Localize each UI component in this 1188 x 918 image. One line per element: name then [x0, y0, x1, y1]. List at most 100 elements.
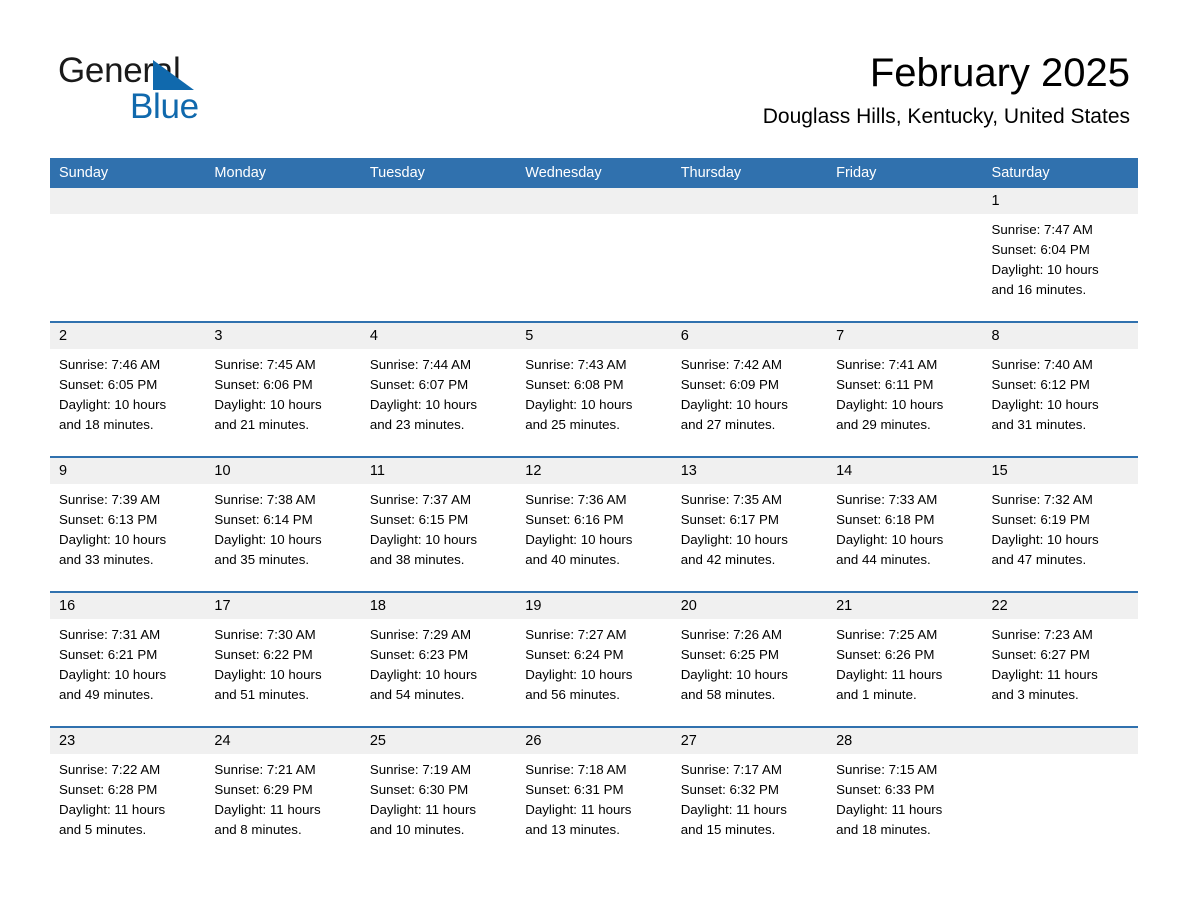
day-details: Sunrise: 7:26 AM Sunset: 6:25 PM Daylight:… [672, 619, 827, 705]
sunset-text: Sunset: 6:18 PM [836, 512, 935, 527]
calendar-day-cell[interactable]: 25 Sunrise: 7:19 AM Sunset: 6:30 PM Dayligh… [360, 726, 517, 862]
day-details: Sunrise: 7:25 AM Sunset: 6:26 PM Daylight:… [827, 619, 982, 705]
sunset-text: Sunset: 6:30 PM [369, 782, 469, 797]
day-details: Sunrise: 7:21 AM Sunset: 6:29 PM Daylight:… [205, 754, 360, 840]
calendar-day-cell[interactable]: 3 Sunrise: 7:45 AM Sunset: 6:06 PM Daylight… [205, 321, 361, 457]
sunrise-text: Sunrise: 7:35 AM [680, 492, 782, 507]
calendar-day-cell[interactable]: 7 Sunrise: 7:41 AM Sunset: 6:11 PM Daylight… [827, 321, 983, 457]
sunset-text: Sunset: 6:12 PM [991, 377, 1090, 392]
daylight-text-line1: Daylight: 11 hours [680, 802, 787, 817]
daylight-text-line2: and 33 minutes. [59, 552, 154, 567]
calendar-day-cell[interactable]: 1 Sunrise: 7:47 AM Sunset: 6:04 PM Daylight… [982, 188, 1138, 322]
daylight-text-line2: and 5 minutes. [59, 822, 147, 837]
day-number: 22 [982, 593, 1138, 619]
day-number: 7 [827, 323, 983, 349]
day-number: 4 [360, 323, 517, 349]
daylight-text-line1: Daylight: 10 hours [59, 532, 167, 547]
calendar-day-cell[interactable]: 27 Sunrise: 7:17 AM Sunset: 6:32 PM Dayligh… [671, 726, 828, 862]
calendar-day-cell[interactable]: 23 Sunrise: 7:22 AM Sunset: 6:28 PM Dayligh… [50, 726, 206, 862]
day-details: Sunrise: 7:39 AM Sunset: 6:13 PM Daylight:… [50, 484, 205, 570]
calendar-empty-cell [205, 188, 361, 322]
day-number [360, 188, 517, 214]
calendar-day-cell[interactable]: 5 Sunrise: 7:43 AM Sunset: 6:08 PM Daylight… [516, 321, 672, 457]
daylight-text-line2: and 10 minutes. [369, 822, 465, 837]
calendar-day-cell[interactable]: 19 Sunrise: 7:27 AM Sunset: 6:24 PM Dayligh… [516, 591, 672, 727]
calendar-day-cell[interactable]: 22 Sunrise: 7:23 AM Sunset: 6:27 PM Dayligh… [982, 591, 1138, 727]
sunrise-text: Sunrise: 7:19 AM [369, 762, 472, 777]
day-number: 24 [205, 728, 361, 754]
sunrise-text: Sunrise: 7:33 AM [836, 492, 938, 507]
sunrise-text: Sunrise: 7:43 AM [525, 357, 627, 372]
sunset-text: Sunset: 6:11 PM [836, 377, 934, 392]
daylight-text-line1: Daylight: 10 hours [836, 397, 944, 412]
calendar-day-cell[interactable]: 26 Sunrise: 7:18 AM Sunset: 6:31 PM Dayligh… [516, 726, 672, 862]
calendar-day-cell[interactable]: 20 Sunrise: 7:26 AM Sunset: 6:25 PM Dayligh… [671, 591, 828, 727]
daylight-text-line2: and 15 minutes. [680, 822, 776, 837]
calendar-day-cell[interactable]: 28 Sunrise: 7:15 AM Sunset: 6:33 PM Dayligh… [827, 726, 983, 862]
sunset-text: Sunset: 6:07 PM [369, 377, 469, 392]
calendar-day-cell[interactable]: 11 Sunrise: 7:37 AM Sunset: 6:15 PM Dayligh… [360, 456, 517, 592]
calendar-header-row: Sunday Monday Tuesday Wednesday Thursday… [50, 158, 1138, 188]
daylight-text-line1: Daylight: 10 hours [59, 667, 167, 682]
daylight-text-line1: Daylight: 10 hours [991, 532, 1099, 547]
daylight-text-line1: Daylight: 10 hours [991, 397, 1099, 412]
day-number: 8 [982, 323, 1138, 349]
sunset-text: Sunset: 6:04 PM [991, 242, 1090, 257]
sunset-text: Sunset: 6:09 PM [680, 377, 779, 392]
daylight-text-line2: and 54 minutes. [369, 687, 465, 702]
calendar-day-cell[interactable]: 17 Sunrise: 7:30 AM Sunset: 6:22 PM Dayligh… [205, 591, 361, 727]
sunrise-text: Sunrise: 7:25 AM [836, 627, 938, 642]
daylight-text-line1: Daylight: 10 hours [680, 667, 788, 682]
sunset-text: Sunset: 6:23 PM [369, 647, 469, 662]
daylight-text-line2: and 3 minutes. [991, 687, 1079, 702]
location-subtitle: Douglass Hills, Kentucky, United States [762, 105, 1130, 128]
sunset-text: Sunset: 6:25 PM [680, 647, 779, 662]
calendar-day-cell[interactable]: 24 Sunrise: 7:21 AM Sunset: 6:29 PM Dayligh… [205, 726, 361, 862]
calendar-day-cell[interactable]: 12 Sunrise: 7:36 AM Sunset: 6:16 PM Dayligh… [516, 456, 672, 592]
daylight-text-line1: Daylight: 11 hours [525, 802, 632, 817]
calendar-empty-cell [827, 188, 983, 322]
page-title: February 2025 [869, 51, 1130, 95]
sunrise-text: Sunrise: 7:18 AM [525, 762, 627, 777]
daylight-text-line2: and 49 minutes. [59, 687, 154, 702]
sunset-text: Sunset: 6:28 PM [59, 782, 158, 797]
calendar-day-cell[interactable]: 13 Sunrise: 7:35 AM Sunset: 6:17 PM Dayligh… [671, 456, 828, 592]
day-number: 18 [360, 593, 517, 619]
calendar-day-cell[interactable]: 21 Sunrise: 7:25 AM Sunset: 6:26 PM Dayligh… [827, 591, 983, 727]
calendar-day-cell[interactable]: 2 Sunrise: 7:46 AM Sunset: 6:05 PM Daylight… [50, 321, 206, 457]
day-details: Sunrise: 7:44 AM Sunset: 6:07 PM Daylight:… [361, 349, 516, 435]
calendar-grid: Sunday Monday Tuesday Wednesday Thursday… [50, 158, 1138, 862]
calendar-day-cell[interactable]: 18 Sunrise: 7:29 AM Sunset: 6:23 PM Dayligh… [360, 591, 517, 727]
calendar-day-cell[interactable]: 16 Sunrise: 7:31 AM Sunset: 6:21 PM Dayligh… [50, 591, 206, 727]
daylight-text-line1: Daylight: 10 hours [680, 397, 788, 412]
daylight-text-line2: and 42 minutes. [680, 552, 776, 567]
daylight-text-line1: Daylight: 11 hours [59, 802, 166, 817]
day-number: 11 [360, 458, 517, 484]
weekday-header-saturday: Saturday [982, 158, 1138, 188]
daylight-text-line1: Daylight: 10 hours [214, 667, 322, 682]
calendar-day-cell[interactable]: 8 Sunrise: 7:40 AM Sunset: 6:12 PM Daylight… [982, 321, 1138, 457]
day-number: 13 [671, 458, 828, 484]
daylight-text-line1: Daylight: 10 hours [525, 667, 633, 682]
calendar-day-cell[interactable]: 15 Sunrise: 7:32 AM Sunset: 6:19 PM Dayligh… [982, 456, 1138, 592]
calendar-day-cell[interactable]: 14 Sunrise: 7:33 AM Sunset: 6:18 PM Dayligh… [827, 456, 983, 592]
daylight-text-line2: and 51 minutes. [214, 687, 310, 702]
sunset-text: Sunset: 6:06 PM [214, 377, 313, 392]
calendar-week-row: 16 Sunrise: 7:31 AM Sunset: 6:21 PM Dayligh… [50, 591, 1138, 727]
weekday-header-friday: Friday [827, 158, 983, 188]
calendar-table: Sunday Monday Tuesday Wednesday Thursday… [50, 158, 1138, 862]
sunrise-text: Sunrise: 7:45 AM [214, 357, 316, 372]
calendar-day-cell[interactable]: 9 Sunrise: 7:39 AM Sunset: 6:13 PM Daylight… [50, 456, 206, 592]
day-details: Sunrise: 7:23 AM Sunset: 6:27 PM Daylight:… [983, 619, 1138, 705]
day-details: Sunrise: 7:40 AM Sunset: 6:12 PM Daylight:… [983, 349, 1138, 435]
generalblue-logo[interactable]: General Blue [58, 52, 358, 132]
calendar-day-cell[interactable]: 10 Sunrise: 7:38 AM Sunset: 6:14 PM Dayligh… [205, 456, 361, 592]
sunrise-text: Sunrise: 7:30 AM [214, 627, 316, 642]
daylight-text-line1: Daylight: 10 hours [836, 532, 944, 547]
day-details: Sunrise: 7:38 AM Sunset: 6:14 PM Daylight:… [205, 484, 360, 570]
daylight-text-line1: Daylight: 10 hours [991, 262, 1099, 277]
calendar-day-cell[interactable]: 6 Sunrise: 7:42 AM Sunset: 6:09 PM Daylight… [671, 321, 828, 457]
day-number: 23 [50, 728, 206, 754]
calendar-day-cell[interactable]: 4 Sunrise: 7:44 AM Sunset: 6:07 PM Daylight… [360, 321, 517, 457]
sunset-text: Sunset: 6:31 PM [525, 782, 624, 797]
